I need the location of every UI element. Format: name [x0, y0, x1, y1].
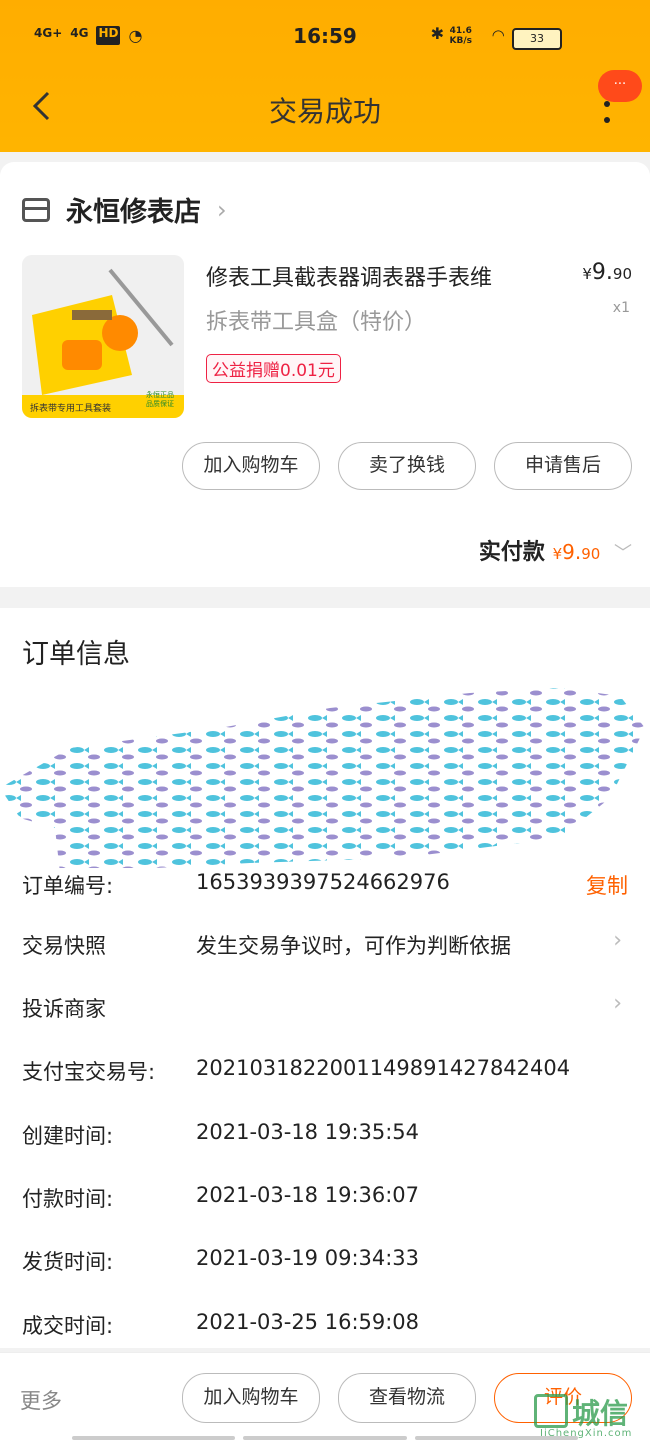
net-speed: 41.6 KB/s — [450, 26, 472, 46]
chevron-down-icon: ﹀ — [614, 543, 632, 564]
created-time-row: 创建时间: 2021-03-18 19:35:54 — [22, 1120, 632, 1160]
deal-time-label: 成交时间: — [22, 1314, 114, 1338]
watermark-logo — [534, 1394, 568, 1428]
more-button[interactable]: 更多 — [20, 1385, 62, 1415]
store-icon — [22, 197, 50, 222]
shipped-time-label: 发货时间: — [22, 1250, 114, 1274]
gesture-segment — [243, 1436, 407, 1440]
copy-button[interactable]: 复制 — [586, 870, 628, 900]
net-speed-value: 41.6 — [449, 26, 472, 36]
alipay-row: 支付宝交易号: 2021031822001149891427842404 — [22, 1056, 632, 1096]
product-subtitle[interactable]: 拆表带工具盒（特价） — [206, 304, 426, 336]
bottom-add-to-cart-button[interactable]: 加入购物车 — [182, 1373, 320, 1423]
complain-label: 投诉商家 — [22, 997, 106, 1021]
alipay-value: 2021031822001149891427842404 — [196, 1056, 571, 1080]
snapshot-value: 发生交易争议时，可作为判断依据 — [196, 934, 511, 958]
actual-payment[interactable]: 实付款 ¥9.90 ﹀ — [479, 534, 632, 566]
page-title: 交易成功 — [268, 95, 381, 128]
gesture-bar — [72, 1436, 578, 1440]
deal-time-value: 2021-03-25 16:59:08 — [196, 1310, 420, 1334]
actual-payment-dec: 90 — [581, 545, 601, 563]
net-speed-unit: KB/s — [449, 36, 472, 46]
price-dec: 90 — [612, 265, 632, 283]
product-title[interactable]: 修表工具截表器调表器手表维 — [206, 260, 492, 292]
gesture-segment — [72, 1436, 236, 1440]
created-time-label: 创建时间: — [22, 1124, 114, 1148]
order-number-label: 订单编号: — [22, 874, 114, 898]
deal-time-row: 成交时间: 2021-03-25 16:59:08 — [22, 1310, 632, 1350]
snapshot-row[interactable]: 交易快照 发生交易争议时，可作为判断依据 › — [22, 928, 632, 970]
more-menu-button[interactable] — [603, 100, 611, 124]
kebab-icon — [604, 101, 610, 123]
order-item-card: 永恒修表店 › 拆表带专用工具套装 永恒正品 品质保证 修表工具截表器调表器手表… — [0, 162, 650, 587]
watermark-text: 城信 — [572, 1397, 629, 1430]
created-time-value: 2021-03-18 19:35:54 — [196, 1120, 420, 1144]
order-number-row: 订单编号: 1653939397524662976 复制 — [22, 870, 632, 910]
product-price: ¥9.90 — [582, 260, 632, 285]
wifi-icon: ◠ — [492, 26, 504, 44]
price-symbol: ¥ — [582, 265, 592, 283]
paid-time-value: 2021-03-18 19:36:07 — [196, 1183, 420, 1207]
chevron-right-icon: › — [613, 928, 622, 953]
product-image[interactable]: 拆表带专用工具套装 永恒正品 品质保证 — [22, 255, 184, 418]
price-int: 9. — [591, 260, 613, 285]
message-badge[interactable]: ··· — [598, 70, 642, 102]
charity-tag: 公益捐赠0.01元 — [206, 354, 341, 383]
battery-indicator: 33 — [512, 28, 562, 50]
chevron-right-icon: › — [217, 195, 227, 224]
view-logistics-button[interactable]: 查看物流 — [338, 1373, 476, 1423]
actual-payment-amount: ¥9.90 — [553, 540, 601, 564]
store-name: 永恒修表店 — [66, 197, 201, 228]
order-info-card: 订单信息 订单编号: 1653939397524662976 复制 交易快照 发… — [0, 608, 650, 1348]
image-caption: 拆表带专用工具套装 — [30, 404, 112, 414]
redaction-scribble — [0, 688, 645, 868]
actual-payment-int: 9. — [562, 540, 582, 564]
status-bar: 4G+ 4G HD ◔ 16:59 ✱ 41.6 KB/s ◠ 33 — [0, 24, 650, 54]
gesture-segment — [414, 1436, 578, 1440]
add-to-cart-button[interactable]: 加入购物车 — [182, 442, 320, 490]
shipped-time-row: 发货时间: 2021-03-19 09:34:33 — [22, 1246, 632, 1286]
header: 4G+ 4G HD ◔ 16:59 ✱ 41.6 KB/s ◠ 33 交易成功 … — [0, 0, 650, 152]
snapshot-label: 交易快照 — [22, 934, 106, 958]
paid-time-label: 付款时间: — [22, 1187, 114, 1211]
after-sale-button[interactable]: 申请售后 — [494, 442, 632, 490]
bluetooth-icon: ✱ — [430, 24, 444, 43]
product-qty: x1 — [612, 300, 630, 316]
alipay-label: 支付宝交易号: — [22, 1060, 156, 1084]
actual-payment-symbol: ¥ — [552, 545, 563, 563]
sell-button[interactable]: 卖了换钱 — [338, 442, 476, 490]
complain-row[interactable]: 投诉商家 › — [22, 991, 632, 1033]
chevron-right-icon: › — [613, 991, 622, 1016]
paid-time-row: 付款时间: 2021-03-18 19:36:07 — [22, 1183, 632, 1223]
shipped-time-value: 2021-03-19 09:34:33 — [196, 1246, 420, 1270]
actual-payment-label: 实付款 — [478, 540, 545, 565]
order-number-value: 1653939397524662976 — [196, 870, 450, 894]
store-link[interactable]: 永恒修表店 › — [22, 190, 227, 229]
image-badge: 永恒正品 品质保证 — [146, 391, 174, 408]
